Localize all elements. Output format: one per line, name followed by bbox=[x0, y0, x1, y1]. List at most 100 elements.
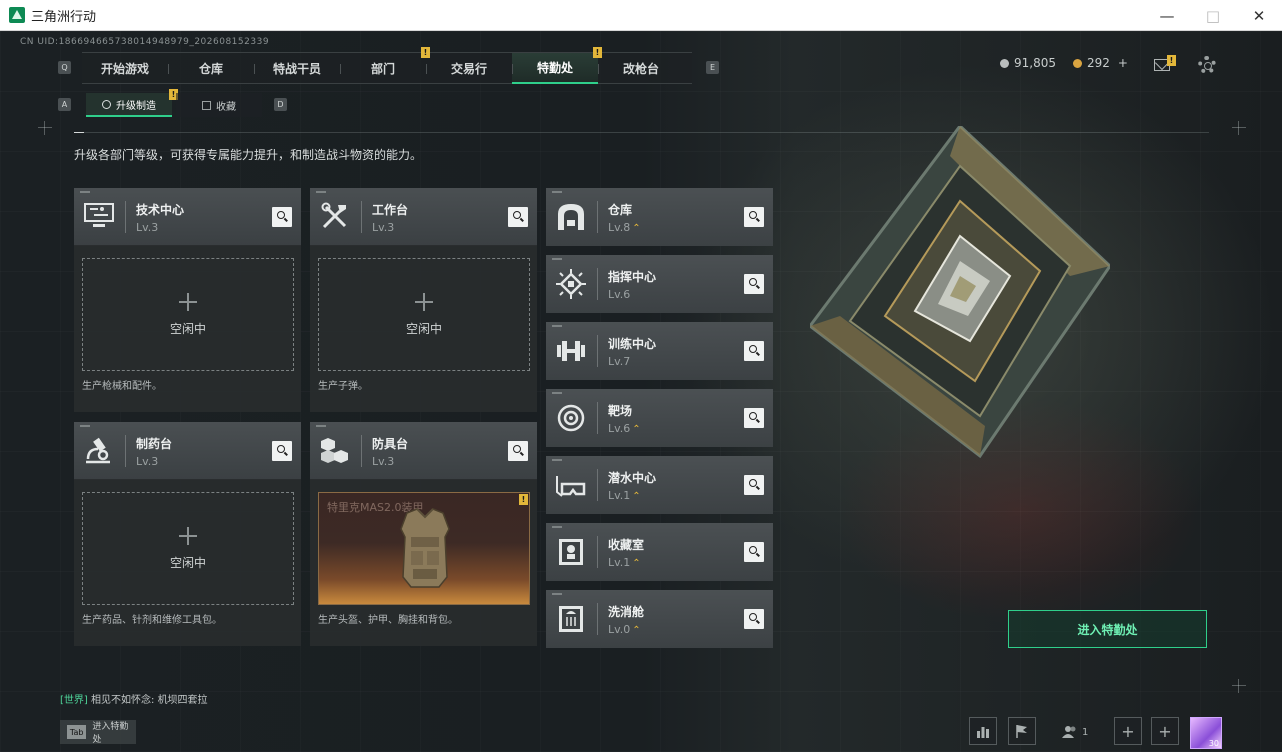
tab-shortcut-hint[interactable]: Tab 进入特勤处 bbox=[60, 720, 136, 745]
subtab-upgrade-label: 升级制造 bbox=[116, 100, 156, 112]
production-complete-slot[interactable]: 特里克MAS2.0装甲 ! bbox=[318, 492, 530, 605]
header-tick bbox=[552, 392, 562, 394]
bond-balance[interactable]: 292 + bbox=[1073, 56, 1128, 70]
facility-diving[interactable]: 潜水中心 Lv.1 ⌃ bbox=[546, 456, 773, 514]
facility-training[interactable]: 训练中心 Lv.7 bbox=[546, 322, 773, 380]
subnav-right-key[interactable]: D bbox=[274, 98, 287, 111]
production-slot[interactable]: 空闲中 bbox=[82, 492, 294, 605]
nav-tab[interactable]: 特战干员 bbox=[254, 53, 340, 84]
player-avatar[interactable]: 30 bbox=[1190, 717, 1222, 749]
nav-tab-label: 部门 bbox=[370, 62, 395, 76]
search-button[interactable] bbox=[744, 341, 764, 361]
facility-level: Lv.8 ⌃ bbox=[608, 221, 641, 234]
facility-name: 靶场 bbox=[608, 404, 633, 418]
subtab-collection[interactable]: 收藏 bbox=[176, 93, 262, 117]
flag-button[interactable] bbox=[1008, 717, 1036, 745]
add-friend-button[interactable]: + bbox=[1114, 717, 1142, 745]
upgrade-arrow-icon: ⌃ bbox=[632, 223, 641, 234]
enter-special-ops-button[interactable]: 进入特勤处 bbox=[1008, 610, 1207, 648]
blocks-icon bbox=[318, 434, 352, 466]
search-button[interactable] bbox=[272, 441, 292, 461]
close-button[interactable]: ✕ bbox=[1236, 0, 1282, 31]
workshop-name: 制药台 bbox=[136, 437, 173, 451]
search-button[interactable] bbox=[744, 542, 764, 562]
friends-icon bbox=[1062, 726, 1076, 738]
nav-tab[interactable]: 开始游戏 bbox=[82, 53, 168, 84]
corner-mark bbox=[38, 121, 52, 135]
workshop-card-workbench[interactable]: 工作台 Lv.3 空闲中 生产子弹。 bbox=[310, 188, 537, 412]
nav-right-key[interactable]: E bbox=[706, 61, 719, 74]
settings-gear-icon[interactable] bbox=[1198, 56, 1216, 74]
search-button[interactable] bbox=[508, 441, 528, 461]
facility-level: Lv.1 ⌃ bbox=[608, 556, 641, 569]
nav-tab[interactable]: 仓库 bbox=[168, 53, 254, 84]
search-button[interactable] bbox=[744, 609, 764, 629]
facility-level: Lv.6 bbox=[608, 288, 631, 301]
upgrade-arrow-icon: ⌃ bbox=[632, 625, 641, 636]
bond-icon bbox=[1073, 58, 1082, 68]
search-button[interactable] bbox=[744, 274, 764, 294]
microscope-icon bbox=[82, 434, 116, 466]
nav-tab[interactable]: 交易行 bbox=[426, 53, 512, 84]
add-party-button[interactable]: + bbox=[1151, 717, 1179, 745]
trophy-icon bbox=[554, 535, 588, 569]
header-separator bbox=[125, 201, 126, 233]
workshop-card-armor[interactable]: 防具台 Lv.3 特里克MAS2.0装甲 ! 生产头盔、护甲、胸挂和背包。 bbox=[310, 422, 537, 646]
facility-name: 仓库 bbox=[608, 203, 633, 217]
facility-level-text: Lv.1 bbox=[608, 489, 631, 502]
workshop-name: 工作台 bbox=[372, 203, 409, 217]
nav-tab[interactable]: 特勤处! bbox=[512, 47, 602, 84]
add-currency-button[interactable]: + bbox=[1118, 56, 1128, 70]
computer-icon bbox=[82, 200, 116, 232]
chat-line[interactable]: [世界] 相见不如怀念: 机坝四套拉 bbox=[60, 691, 208, 706]
facility-name: 训练中心 bbox=[608, 337, 657, 351]
workshop-header: 制药台 Lv.3 bbox=[74, 422, 301, 480]
facility-vault[interactable]: 仓库 Lv.8 ⌃ bbox=[546, 188, 773, 246]
header-tick bbox=[316, 191, 326, 193]
subnav-left-key[interactable]: A bbox=[58, 98, 71, 111]
upgrade-icon bbox=[102, 99, 111, 109]
facility-level: Lv.0 ⌃ bbox=[608, 623, 641, 636]
facility-collection-room[interactable]: 收藏室 Lv.1 ⌃ bbox=[546, 523, 773, 581]
slot-status: 空闲中 bbox=[405, 321, 442, 336]
production-slot[interactable]: 空闲中 bbox=[318, 258, 530, 371]
bar-chart-icon bbox=[977, 727, 989, 738]
friends-number: 1 bbox=[1082, 726, 1089, 738]
facility-command[interactable]: 指挥中心 Lv.6 bbox=[546, 255, 773, 313]
facility-decontamination[interactable]: 洗消舱 Lv.0 ⌃ bbox=[546, 590, 773, 648]
search-button[interactable] bbox=[744, 408, 764, 428]
facility-separator bbox=[597, 268, 598, 300]
tab-hint-label: 进入特勤处 bbox=[92, 722, 129, 745]
facility-range[interactable]: 靶场 Lv.6 ⌃ bbox=[546, 389, 773, 447]
main-nav: Q 开始游戏 仓库 特战干员 部门! 交易行 特勤处! 改枪台 E bbox=[58, 47, 719, 84]
tab-key: Tab bbox=[67, 725, 87, 739]
workshop-description: 生产枪械和配件。 bbox=[82, 381, 162, 392]
stats-button[interactable] bbox=[969, 717, 997, 745]
collection-icon bbox=[202, 100, 211, 110]
nav-tab[interactable]: 部门! bbox=[340, 47, 430, 84]
nav-tab-label: 特战干员 bbox=[272, 62, 321, 76]
nav-tab-label: 仓库 bbox=[198, 62, 223, 76]
production-slot[interactable]: 空闲中 bbox=[82, 258, 294, 371]
mail-badge: ! bbox=[1167, 55, 1176, 66]
nav-left-key[interactable]: Q bbox=[58, 61, 71, 74]
maximize-button[interactable]: □ bbox=[1190, 0, 1236, 31]
search-button[interactable] bbox=[744, 475, 764, 495]
search-button[interactable] bbox=[508, 207, 528, 227]
armor-vest-image bbox=[400, 508, 450, 588]
nav-tab-label: 特勤处 bbox=[536, 61, 573, 75]
workshop-card-tech[interactable]: 技术中心 Lv.3 空闲中 生产枪械和配件。 bbox=[74, 188, 301, 412]
facility-level-text: Lv.6 bbox=[608, 422, 631, 435]
nav-tab[interactable]: 改枪台 bbox=[598, 53, 684, 84]
slot-status: 空闲中 bbox=[169, 555, 206, 570]
search-button[interactable] bbox=[272, 207, 292, 227]
friends-count[interactable]: 1 bbox=[1062, 725, 1088, 739]
search-button[interactable] bbox=[744, 207, 764, 227]
header-tick bbox=[80, 191, 90, 193]
minimize-button[interactable]: — bbox=[1144, 0, 1190, 31]
plus-icon bbox=[179, 526, 197, 545]
corner-mark bbox=[1232, 679, 1246, 693]
workshop-card-pharmacy[interactable]: 制药台 Lv.3 空闲中 生产药品、针剂和维修工具包。 bbox=[74, 422, 301, 646]
main-nav-tabs: 开始游戏 仓库 特战干员 部门! 交易行 特勤处! 改枪台 bbox=[82, 47, 692, 84]
subtab-upgrade[interactable]: 升级制造 ! bbox=[86, 89, 178, 117]
